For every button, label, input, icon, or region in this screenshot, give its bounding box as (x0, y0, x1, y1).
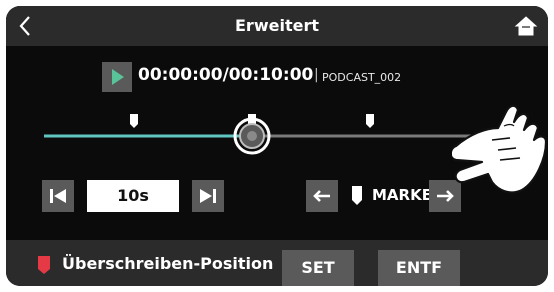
slider-handle[interactable] (233, 117, 271, 155)
home-icon[interactable] (514, 14, 538, 38)
device-frame: Erweitert 00:00:00/00:10:00 | PODCAST_00… (0, 0, 554, 292)
position-slider[interactable] (44, 108, 474, 158)
pointing-hand-icon (452, 104, 548, 194)
page-title: Erweitert (235, 16, 319, 35)
transport-row: 00:00:00/00:10:00 | PODCAST_002 (102, 62, 462, 92)
marker-icon (366, 114, 374, 128)
mark-previous-button[interactable] (306, 180, 338, 212)
marker-icon (130, 114, 138, 128)
play-button[interactable] (102, 62, 132, 92)
arrow-left-icon (313, 190, 330, 202)
skip-previous-icon (50, 189, 66, 203)
header-bar: Erweitert (6, 6, 548, 46)
separator: | (314, 67, 319, 83)
skip-interval-value[interactable]: 10s (87, 180, 179, 212)
skip-next-icon (200, 189, 216, 203)
marker-icon (352, 186, 362, 205)
play-icon (112, 69, 124, 85)
set-button[interactable]: SET (282, 250, 354, 286)
overwrite-position-label: Überschreiben-Position (62, 254, 274, 273)
skip-next-button[interactable] (192, 180, 224, 212)
file-name: PODCAST_002 (322, 71, 402, 84)
skip-previous-button[interactable] (42, 180, 74, 212)
time-readout: 00:00:00/00:10:00 (138, 65, 314, 85)
marke-label: MARKE (372, 186, 432, 204)
overwrite-marker-icon (38, 256, 50, 274)
delete-button[interactable]: ENTF (378, 250, 460, 286)
